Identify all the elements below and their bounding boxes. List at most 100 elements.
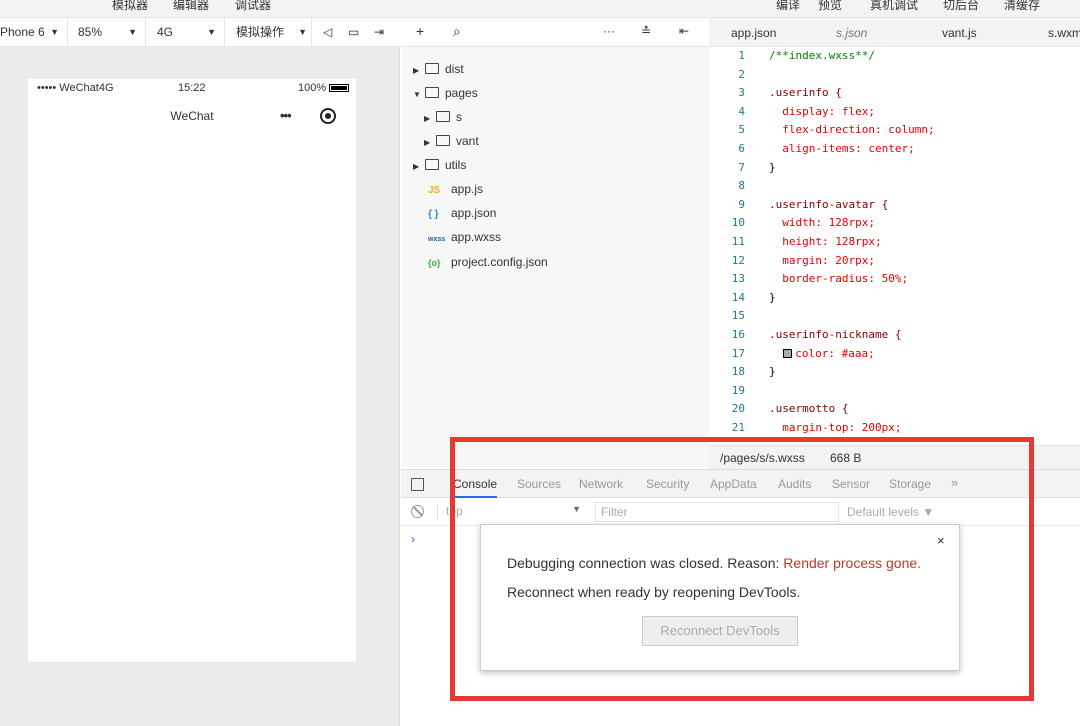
menu-clear-cache[interactable]: 清缓存 — [1004, 0, 1040, 13]
reconnect-devtools-button[interactable]: Reconnect DevTools — [642, 616, 798, 646]
tab-app-json[interactable]: app.json — [731, 26, 776, 40]
tab-appdata[interactable]: AppData — [710, 477, 757, 491]
tree-item-utils[interactable]: ▶ utils — [413, 153, 466, 177]
add-file-icon[interactable]: + — [416, 23, 424, 39]
menu-compile[interactable]: 编译 — [776, 0, 800, 13]
collapse-icon[interactable]: ≛ — [641, 24, 651, 38]
tree-item-app-wxss[interactable]: wxss app.wxss — [428, 225, 501, 249]
code-line: 13 border-radius: 50%; — [709, 270, 908, 288]
dialog-message-prefix: Debugging connection was closed. Reason: — [507, 555, 784, 571]
line-number: 15 — [731, 309, 745, 323]
code-text: border-radius: 50%; — [769, 272, 909, 286]
more-tabs-icon[interactable]: » — [951, 475, 958, 490]
filter-input[interactable]: Filter — [595, 502, 839, 522]
code-line: 1 /**index.wxss**/ — [709, 47, 875, 65]
close-icon[interactable]: × — [937, 533, 945, 548]
caret-right-icon: ▶ — [424, 138, 431, 147]
tab-storage[interactable]: Storage — [889, 477, 931, 491]
folder-icon — [425, 63, 439, 75]
tree-item-label: pages — [445, 86, 478, 100]
chevron-down-icon: ▼ — [50, 27, 59, 37]
menu-preview[interactable]: 预览 — [818, 0, 842, 13]
tree-item-app-js[interactable]: JS app.js — [428, 177, 483, 201]
caret-down-icon: ▼ — [413, 90, 421, 99]
line-number: 1 — [738, 49, 745, 62]
chevron-down-icon: ▼ — [128, 27, 137, 37]
network-select[interactable]: 4G ▼ — [153, 18, 225, 47]
tree-item-s[interactable]: ▶ s — [424, 105, 462, 129]
tab-s-json[interactable]: s.json — [836, 26, 867, 40]
tree-item-pages[interactable]: ▼ pages — [413, 81, 478, 105]
line-number: 3 — [738, 86, 745, 100]
detach-icon[interactable]: ⇥ — [374, 25, 384, 39]
tab-sensor[interactable]: Sensor — [832, 477, 870, 491]
code-line: 18} — [709, 363, 776, 381]
log-levels-select[interactable]: Default levels ▼ — [847, 505, 934, 519]
wxss-file-icon: wxss — [428, 236, 446, 243]
code-line: 6 align-items: center; — [709, 140, 915, 158]
code-line: 10 width: 128rpx; — [709, 214, 875, 232]
code-text: align-items: center; — [769, 142, 915, 155]
folder-icon — [436, 111, 450, 123]
chevron-down-icon: ▼ — [207, 27, 216, 37]
phone-nav-bar: WeChat ••• — [28, 99, 356, 133]
dialog-hint: Reconnect when ready by reopening DevToo… — [507, 584, 801, 600]
search-icon[interactable]: ⌕ — [453, 23, 461, 40]
code-line: 11 height: 128rpx; — [709, 233, 882, 251]
tree-item-dist[interactable]: ▶ dist — [413, 57, 464, 81]
more-icon[interactable]: ••• — [280, 108, 292, 123]
menu-debugger[interactable]: 调试器 — [235, 0, 271, 13]
menu-simulator[interactable]: 模拟器 — [112, 0, 148, 13]
context-select[interactable]: top ▼ — [437, 504, 587, 520]
tree-item-app-json[interactable]: { } app.json — [428, 201, 496, 225]
code-text: } — [769, 365, 776, 379]
tab-audits[interactable]: Audits — [778, 477, 811, 491]
zoom-select-value: 85% — [78, 25, 103, 39]
line-number: 9 — [738, 197, 745, 211]
clock-label: 15:22 — [178, 82, 206, 94]
file-tree-toolbar: + ⌕ ··· ≛ ⇤ — [401, 18, 709, 47]
tab-sources[interactable]: Sources — [517, 477, 561, 491]
carrier-label: ••••• WeChat4G — [37, 82, 114, 94]
record-icon[interactable] — [320, 108, 336, 124]
code-line: 21 margin-top: 200px; — [709, 419, 902, 437]
code-line: 2 — [709, 66, 769, 84]
code-line: 19 — [709, 382, 769, 400]
code-line: 5 flex-direction: column; — [709, 121, 934, 139]
menu-background[interactable]: 切后台 — [943, 0, 979, 13]
tab-s-wxml[interactable]: s.wxm — [1048, 26, 1080, 40]
volume-icon[interactable]: ◁ — [323, 25, 332, 39]
tree-item-vant[interactable]: ▶ vant — [424, 129, 479, 153]
code-text: color: #aaa; — [782, 346, 875, 360]
code-text: .userinfo-avatar { — [769, 197, 889, 211]
code-line: 3 .userinfo { — [709, 84, 841, 102]
hide-tree-icon[interactable]: ⇤ — [679, 24, 689, 38]
menu-real-debug[interactable]: 真机调试 — [870, 0, 918, 13]
line-number: 14 — [731, 290, 745, 304]
line-number: 11 — [731, 235, 745, 248]
code-text: } — [769, 290, 776, 304]
tab-network[interactable]: Network — [579, 477, 623, 491]
tab-security[interactable]: Security — [646, 477, 689, 491]
device-select[interactable]: Phone 6 ▼ — [0, 18, 68, 47]
console-prompt-icon[interactable]: › — [411, 532, 415, 546]
more-icon[interactable]: ··· — [603, 24, 615, 38]
phone-screen[interactable]: ••••• WeChat4G 15:22 100% WeChat ••• — [28, 79, 356, 662]
tab-console[interactable]: Console — [453, 477, 498, 498]
line-number: 19 — [731, 383, 745, 397]
operation-select[interactable]: 模拟操作 ▼ — [232, 18, 312, 47]
line-number: 5 — [738, 123, 745, 137]
battery-status: 100% — [298, 82, 350, 94]
inspect-element-icon[interactable] — [411, 478, 424, 491]
window-icon[interactable]: ▭ — [348, 25, 359, 39]
console-toolbar: top ▼ Filter Default levels ▼ — [401, 498, 1080, 526]
clear-console-icon[interactable] — [411, 505, 424, 518]
zoom-select[interactable]: 85% ▼ — [74, 18, 146, 47]
dialog-message: Debugging connection was closed. Reason:… — [507, 555, 921, 571]
menu-editor[interactable]: 编辑器 — [173, 0, 209, 13]
tree-item-project-config[interactable]: {o} project.config.json — [428, 250, 548, 274]
tab-vant-js[interactable]: vant.js — [942, 26, 977, 40]
code-editor[interactable]: 1 /**index.wxss**/ 2 3 .userinfo { 4 displ… — [709, 47, 1080, 445]
caret-right-icon: ▶ — [424, 114, 431, 123]
file-path: /pages/s/s.wxss — [720, 451, 805, 465]
